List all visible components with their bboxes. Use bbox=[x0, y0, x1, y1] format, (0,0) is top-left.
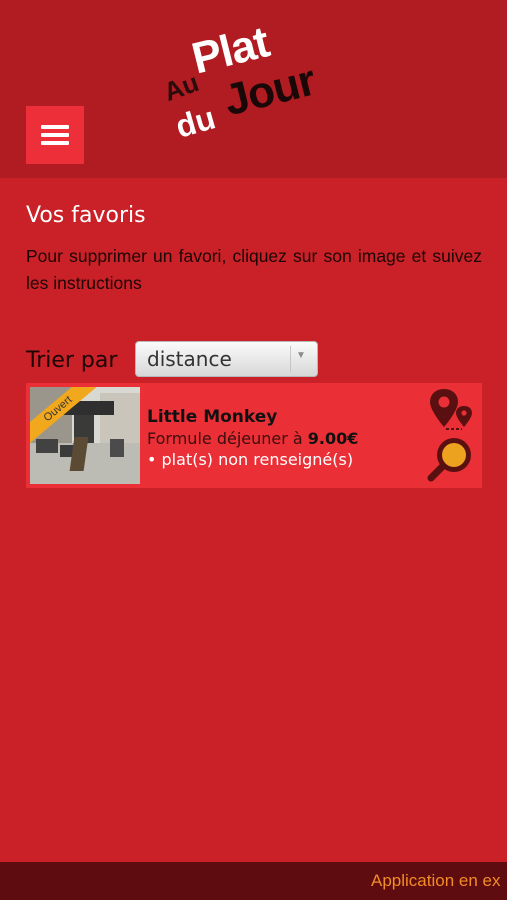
sort-label: Trier par bbox=[26, 348, 118, 373]
zoom-icon[interactable] bbox=[426, 433, 476, 483]
footer-bar: Application en ex bbox=[0, 862, 507, 900]
sort-select[interactable]: distance ▼ bbox=[135, 341, 318, 377]
select-divider bbox=[290, 346, 291, 372]
menu-button[interactable] bbox=[26, 106, 84, 164]
formule-label: Formule déjeuner à bbox=[147, 429, 308, 448]
app-header: Au Plat du Jour bbox=[0, 0, 507, 178]
formule-price: 9.00€ bbox=[307, 429, 359, 448]
page-title: Vos favoris bbox=[26, 203, 146, 228]
sort-selected-value: distance bbox=[147, 347, 232, 371]
app-logo: Au Plat du Jour bbox=[160, 17, 325, 150]
formule-text: Formule déjeuner à 9.00€ bbox=[147, 429, 358, 448]
footer-ticker: Application en ex bbox=[371, 871, 501, 890]
map-pin-icon[interactable] bbox=[428, 387, 476, 433]
restaurant-card[interactable]: Ouvert Little Monkey Formule déjeuner à … bbox=[26, 383, 482, 488]
chevron-down-icon: ▼ bbox=[296, 350, 306, 361]
restaurant-name: Little Monkey bbox=[147, 407, 278, 427]
logo-du: du bbox=[171, 99, 220, 145]
restaurant-image[interactable]: Ouvert bbox=[30, 387, 140, 484]
instructions-text: Pour supprimer un favori, cliquez sur so… bbox=[26, 246, 482, 293]
plats-text: • plat(s) non renseigné(s) bbox=[147, 450, 354, 469]
